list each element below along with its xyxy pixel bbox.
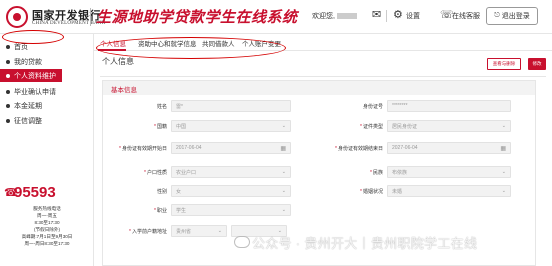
id-number-label: 身份证号 [362, 104, 383, 110]
sidebar-item-label: 我的贷款 [14, 58, 42, 66]
hotline-info: 服务热线电话 周一-周五 8:30至17:30 (节假日除外) 高峰期:7月1日… [4, 205, 90, 248]
username-masked [336, 13, 357, 20]
tab-personal-info[interactable]: 个人信息 [100, 38, 126, 48]
hotline-line: (节假日除外) [33, 227, 61, 233]
phone-icon: ☎ [4, 187, 18, 199]
chevron-down-icon: ⌄ [281, 123, 286, 129]
name-field[interactable]: 雷* [171, 100, 291, 112]
marital-select[interactable]: 未婚 ⌄ [387, 185, 511, 197]
gear-icon[interactable]: ⚙ [393, 8, 403, 22]
tab-bar: 个人信息 资助中心和就学信息 共同借款人 个人账户变更 [94, 34, 552, 51]
watermark-text: 公众号 · 贵州开大丨贵州职院学工在线 [252, 236, 478, 251]
nationality-select[interactable]: 中国 ⌄ [171, 120, 291, 132]
online-service-link[interactable]: 在线客服 [452, 11, 480, 21]
system-title: 生源地助学贷款学生在线系统 [96, 9, 298, 26]
chevron-down-icon: ⌄ [281, 207, 286, 213]
mail-icon[interactable]: ✉ [372, 8, 381, 22]
chevron-down-icon: ⌄ [501, 123, 506, 129]
sidebar-item-label: 个人资料维护 [14, 72, 56, 80]
settings-link[interactable]: 设置 [406, 11, 420, 21]
view-delete-button[interactable]: 查看与删除 [487, 58, 521, 70]
id-type-select[interactable]: 居民身份证 ⌄ [387, 120, 511, 132]
calendar-icon: ▦ [280, 145, 286, 152]
occupation-label: *职业 [154, 208, 167, 214]
card-title: 基本信息 [111, 87, 137, 94]
profile-icon [6, 73, 10, 78]
chevron-down-icon: ⌄ [501, 169, 506, 175]
graduation-icon [6, 89, 10, 94]
address-province-select[interactable]: 贵州省 ⌄ [171, 225, 227, 237]
logout-button[interactable]: ⎋ 退出登录 [486, 7, 538, 25]
welcome-text: 欢迎您, [312, 11, 357, 21]
id-end-date-field[interactable]: 2027-06-04 ▦ [387, 142, 511, 154]
hotline-line: 8:30至17:30 [34, 220, 60, 226]
sidebar-item-label: 本金延期 [14, 102, 42, 110]
gender-select[interactable]: 女 ⌄ [171, 185, 291, 197]
hotline-line: 高峰期:7月1日至9月30日 [21, 234, 73, 240]
chevron-down-icon: ⌄ [501, 188, 506, 194]
address-label: *入学前户籍地址 [129, 229, 167, 235]
sidebar-item-principal-deferral[interactable]: 本金延期 [0, 99, 94, 112]
header-separator [386, 10, 387, 22]
calendar-icon: ▦ [500, 145, 506, 152]
ethnicity-select[interactable]: 布依族 ⌄ [387, 166, 511, 178]
id-end-label: *身份证有效期结束日 [335, 146, 383, 152]
bank-name-en: CHINA DEVELOPMENT BANK [32, 21, 106, 26]
sidebar-item-profile[interactable]: 个人资料维护 [0, 69, 62, 82]
hotline-line: 周一-周五 [37, 213, 57, 219]
credit-icon [6, 118, 10, 123]
tab-aid-center[interactable]: 资助中心和就学信息 [138, 38, 197, 48]
gender-label: 性别 [156, 189, 167, 195]
wechat-icon [234, 236, 250, 248]
hotline-line: 周一-周日8:30至17:30 [24, 241, 70, 247]
logout-label: 退出登录 [501, 13, 530, 20]
marital-label: *婚姻状况 [360, 189, 383, 195]
card-header: 基本信息 [103, 81, 535, 95]
tab-account-change[interactable]: 个人账户变更 [242, 38, 281, 48]
sidebar-item-home[interactable]: 首页 [0, 40, 94, 53]
sidebar-item-graduation[interactable]: 毕业确认申请 [0, 85, 94, 98]
id-number-field[interactable]: ******** [387, 100, 511, 112]
hukou-select[interactable]: 农业户口 ⌄ [171, 166, 291, 178]
name-label: 姓名 [156, 104, 167, 110]
chevron-down-icon: ⌄ [281, 188, 286, 194]
active-tab-indicator [98, 49, 126, 51]
ethnicity-label: *民族 [370, 170, 383, 176]
occupation-select[interactable]: 学生 ⌄ [171, 204, 291, 216]
id-start-label: *身份证有效期开始日 [119, 146, 167, 152]
section-title: 个人信息 [102, 57, 134, 66]
hotline-line: 服务热线电话 [33, 206, 61, 211]
id-type-label: *证件类型 [360, 124, 383, 130]
chevron-down-icon: ⌄ [281, 169, 286, 175]
sidebar-item-label: 首页 [14, 43, 28, 51]
bank-logo [6, 6, 28, 28]
sidebar: 首页 我的贷款 个人资料维护 毕业确认申请 本金延期 征信调整 ☎ 95593 … [0, 34, 94, 266]
sidebar-item-credit-adjust[interactable]: 征信调整 [0, 114, 94, 127]
top-header: 国家开发银行 CHINA DEVELOPMENT BANK 生源地助学贷款学生在… [0, 0, 552, 34]
section-divider [100, 76, 546, 77]
sidebar-item-label: 征信调整 [14, 117, 42, 125]
hotline-number: 95593 [14, 184, 56, 201]
logout-icon: ⎋ [494, 12, 500, 19]
loan-icon [6, 59, 10, 64]
deferral-icon [6, 103, 10, 108]
sidebar-item-my-loans[interactable]: 我的贷款 [0, 55, 94, 68]
nationality-label: *国籍 [154, 124, 167, 130]
tab-co-borrower[interactable]: 共同借款人 [202, 38, 235, 48]
page: 国家开发银行 CHINA DEVELOPMENT BANK 生源地助学贷款学生在… [0, 0, 552, 266]
edit-button[interactable]: 修改 [528, 58, 546, 70]
sidebar-item-label: 毕业确认申请 [14, 88, 56, 96]
id-start-date-field[interactable]: 2017-06-04 ▦ [171, 142, 291, 154]
main-content: 个人信息 资助中心和就学信息 共同借款人 个人账户变更 个人信息 查看与删除 修… [94, 34, 552, 266]
welcome-label: 欢迎您, [312, 13, 335, 20]
chevron-down-icon: ⌄ [217, 228, 222, 234]
home-icon [6, 44, 10, 49]
header-divider [90, 8, 91, 26]
hukou-label: *户口性质 [144, 170, 167, 176]
